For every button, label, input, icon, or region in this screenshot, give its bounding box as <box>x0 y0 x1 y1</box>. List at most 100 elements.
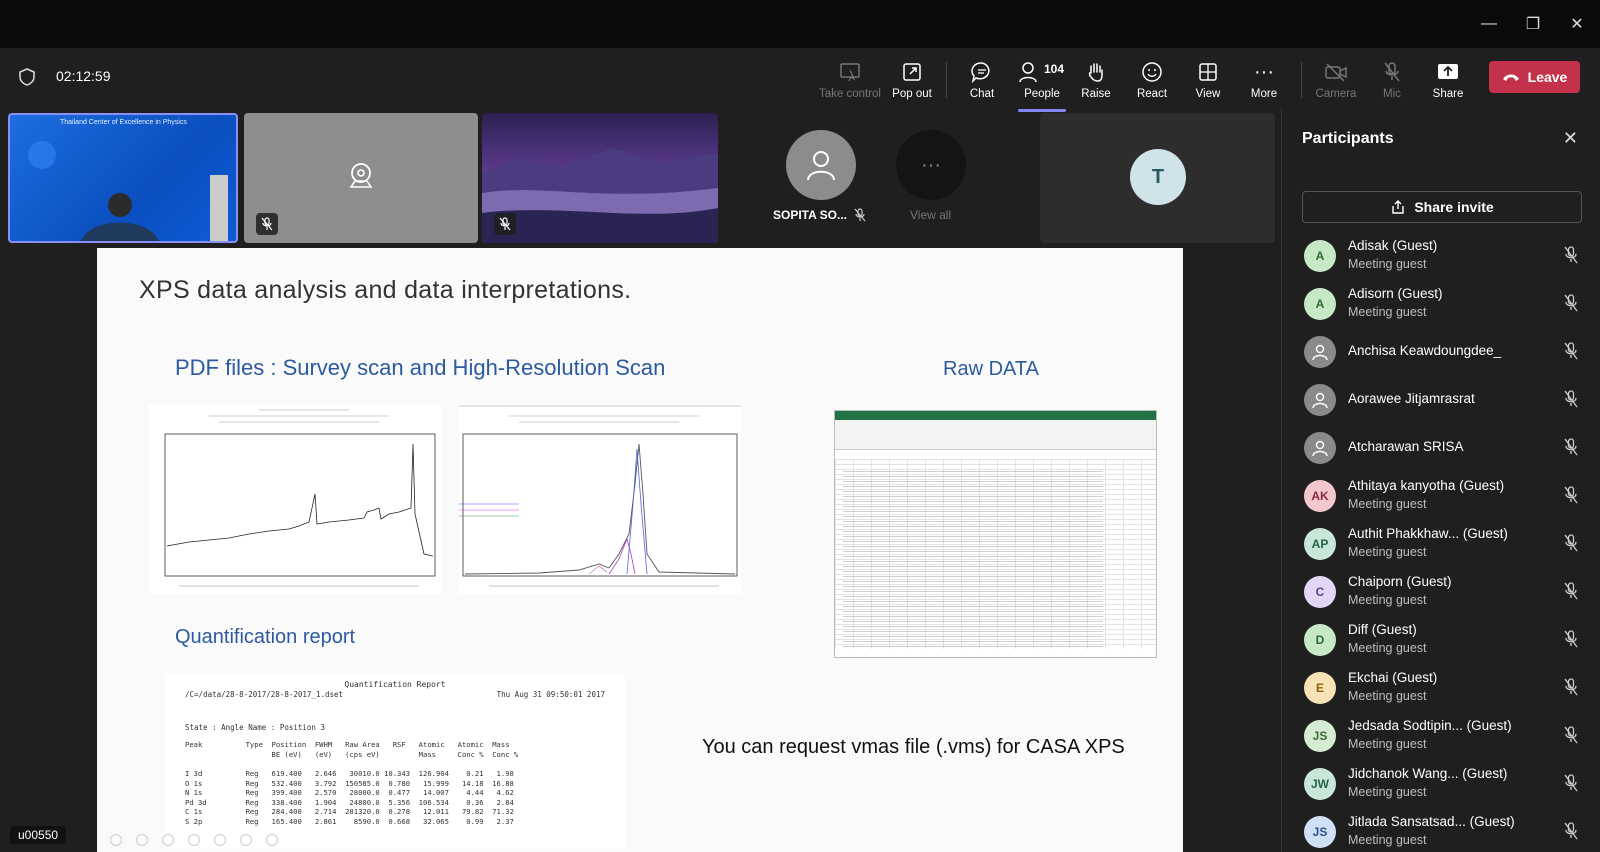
participant-role: Meeting guest <box>1348 257 1427 271</box>
more-button[interactable]: ··· More <box>1236 58 1292 108</box>
participant-mic-status <box>1563 630 1579 653</box>
mic-off-icon <box>1564 678 1578 696</box>
shield-icon <box>19 68 35 86</box>
share-icon <box>1392 200 1405 214</box>
participant-mic-status <box>1563 486 1579 509</box>
take-control-button[interactable]: Take control <box>818 58 882 108</box>
participant-row[interactable]: JS Jitlada Sansatsad... (Guest) Meeting gu… <box>1282 808 1600 852</box>
participant-row[interactable]: JS Jedsada Sodtipin... (Guest) Meeting gue… <box>1282 712 1600 760</box>
participants-panel: Participants ✕ Share invite A Adisak (Gue… <box>1281 108 1600 852</box>
participant-mic-status <box>1563 390 1579 413</box>
report-date: Thu Aug 31 09:50:01 2017 <box>496 690 605 699</box>
participant-row[interactable]: A Adisorn (Guest) Meeting guest <box>1282 280 1600 328</box>
presenter-video <box>28 141 228 241</box>
participant-row[interactable]: E Ekchai (Guest) Meeting guest <box>1282 664 1600 712</box>
participant-row[interactable]: A Adisak (Guest) Meeting guest <box>1282 232 1600 280</box>
raise-hand-button[interactable]: Raise <box>1068 58 1124 108</box>
window-title-bar: — ❐ ✕ <box>0 0 1600 48</box>
slide-navigation-toolbar <box>110 834 278 848</box>
zoom-icon[interactable] <box>214 834 226 846</box>
participant-name: Anchisa Keawdoungdee_ <box>1348 343 1502 358</box>
pdf-files-heading: PDF files : Survey scan and High-Resolut… <box>175 355 666 380</box>
participant-row[interactable]: AP Authit Phakkhaw... (Guest) Meeting gues… <box>1282 520 1600 568</box>
report-title: Quantification Report <box>344 680 446 689</box>
share-button[interactable]: Share <box>1420 58 1476 108</box>
participant-mic-status <box>1563 294 1579 317</box>
meeting-timer: 02:12:59 <box>56 68 111 84</box>
view-all-label: View all <box>910 208 952 222</box>
chat-button[interactable]: Chat <box>954 58 1010 108</box>
subtitles-icon[interactable] <box>240 834 252 846</box>
close-panel-icon[interactable]: ✕ <box>1563 128 1578 149</box>
meeting-toolbar: 02:12:59 Take control Pop out Chat 104 P… <box>0 48 1600 112</box>
participant-row[interactable]: C Chaiporn (Guest) Meeting guest <box>1282 568 1600 616</box>
participant-name: Jitlada Sansatsad... (Guest) <box>1348 814 1515 829</box>
people-button[interactable]: 104 People <box>1012 58 1072 112</box>
participant-mic-status <box>1563 822 1579 845</box>
participant-role: Meeting guest <box>1348 833 1427 847</box>
hand-icon <box>1088 63 1103 82</box>
participant-mic-status <box>1563 726 1579 749</box>
raw-data-heading: Raw DATA <box>943 358 1039 380</box>
participant-name-sopita: SOPITA SO... <box>773 208 848 222</box>
hang-up-icon <box>1502 74 1519 81</box>
participant-name: Jedsada Sodtipin... (Guest) <box>1348 718 1512 733</box>
participant-role: Meeting guest <box>1348 305 1427 319</box>
survey-scan-plot <box>164 409 436 587</box>
pen-icon[interactable] <box>162 834 174 846</box>
options-icon[interactable] <box>266 834 278 846</box>
participant-avatar <box>1304 432 1336 464</box>
participant-avatar-t: T <box>1130 149 1186 205</box>
share-screen-icon <box>1438 64 1458 79</box>
mic-off-icon <box>1564 390 1578 408</box>
mic-off-icon <box>1564 774 1578 792</box>
video-tile-camera-off[interactable] <box>244 113 478 243</box>
leave-button[interactable]: Leave <box>1489 61 1580 93</box>
participant-row[interactable]: D Diff (Guest) Meeting guest <box>1282 616 1600 664</box>
minimize-button[interactable]: — <box>1478 13 1500 35</box>
grid-view-icon <box>1199 63 1217 81</box>
view-button[interactable]: View <box>1180 58 1236 108</box>
prev-slide-icon[interactable] <box>110 834 122 846</box>
participant-avatar-sopita[interactable] <box>786 130 856 200</box>
close-window-button[interactable]: ✕ <box>1566 13 1588 35</box>
user-id-tag: u00550 <box>10 826 67 844</box>
mic-off-icon <box>1564 342 1578 360</box>
vmas-note: You can request vmas file (.vms) for CAS… <box>702 736 1125 758</box>
mic-button[interactable]: Mic <box>1364 58 1420 108</box>
report-table-header: Peak Type Position FWHM Raw Area RSF Ato… <box>185 740 519 759</box>
participant-avatar: E <box>1304 672 1336 704</box>
participant-name: Ekchai (Guest) <box>1348 670 1438 685</box>
next-slide-icon[interactable] <box>136 834 148 846</box>
share-invite-button[interactable]: Share invite <box>1302 191 1582 223</box>
participant-row[interactable]: Atcharawan SRISA <box>1282 424 1600 472</box>
view-all-button[interactable]: ··· <box>896 130 966 200</box>
participant-row[interactable]: Anchisa Keawdoungdee_ <box>1282 328 1600 376</box>
pop-out-button[interactable]: Pop out <box>884 58 940 108</box>
mic-off-icon <box>499 217 511 231</box>
video-tile-presenter[interactable]: Thailand Center of Excellence in Physics <box>8 113 238 243</box>
camera-button[interactable]: Camera <box>1308 58 1364 108</box>
react-button[interactable]: React <box>1124 58 1180 108</box>
ellipsis-icon: ··· <box>921 153 941 176</box>
person-icon <box>1312 440 1328 457</box>
restore-button[interactable]: ❐ <box>1522 13 1544 35</box>
pointer-icon[interactable] <box>188 834 200 846</box>
video-tile-background[interactable] <box>482 113 718 243</box>
person-icon <box>1312 344 1328 361</box>
participant-row[interactable]: Aorawee Jitjamrasrat <box>1282 376 1600 424</box>
person-icon <box>807 151 835 181</box>
mic-off-icon <box>1564 486 1578 504</box>
report-table-rows: I 3d Reg 619.400 2.646 30010.0 10.343 12… <box>185 769 514 826</box>
high-resolution-scan-plot <box>459 405 741 587</box>
report-state: State : Angle Name : Position 3 <box>185 723 325 732</box>
spreadsheet-data <box>843 471 1103 647</box>
participant-mic-status <box>1563 534 1579 557</box>
high-resolution-scan-image <box>459 404 741 594</box>
participant-row[interactable]: AK Athitaya kanyotha (Guest) Meeting guest <box>1282 472 1600 520</box>
participant-row[interactable]: JW Jidchanok Wang... (Guest) Meeting guest <box>1282 760 1600 808</box>
participant-role: Meeting guest <box>1348 593 1427 607</box>
mic-off-icon <box>1564 294 1578 312</box>
video-tile-t[interactable]: T <box>1040 113 1275 243</box>
participant-name: Atcharawan SRISA <box>1348 439 1464 454</box>
